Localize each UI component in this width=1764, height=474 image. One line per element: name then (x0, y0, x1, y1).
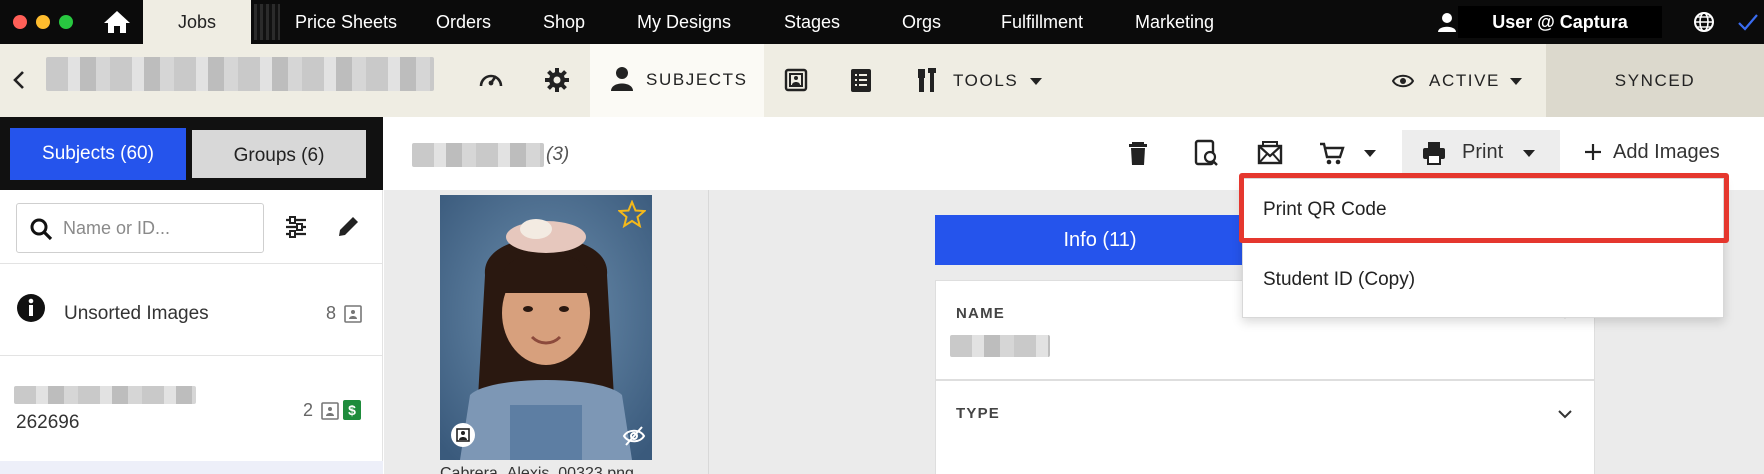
subject-image-count: 2 (303, 400, 314, 420)
checkmark-icon (1735, 9, 1761, 35)
selected-row-highlight (0, 461, 383, 474)
roster-list-icon[interactable] (847, 66, 875, 94)
chevron-down-icon[interactable] (1556, 405, 1574, 423)
top-nav-bar: Jobs Price Sheets Orders Shop My Designs… (0, 0, 1764, 44)
eye-icon (1392, 74, 1414, 88)
trash-icon[interactable] (1123, 138, 1153, 168)
nav-tab-orders[interactable]: Orders (436, 0, 491, 44)
status-caret-down-icon[interactable] (1509, 77, 1523, 87)
nav-tab-stages[interactable]: Stages (784, 0, 840, 44)
unsorted-images-label: Unsorted Images (64, 303, 209, 324)
user-menu[interactable]: User @ Captura (1458, 6, 1662, 38)
subject-id: 262696 (16, 412, 80, 433)
minimize-window-button[interactable] (36, 15, 50, 29)
subject-image-total: (3) (546, 144, 570, 165)
nav-tab-price-sheets[interactable]: Price Sheets (295, 0, 397, 44)
tab-subjects-label: SUBJECTS (646, 70, 748, 89)
info-icon (17, 294, 45, 322)
photo-cards-icon[interactable] (782, 66, 810, 94)
subjects-groups-toggle: Subjects (60) Groups (6) (0, 117, 383, 190)
tab-subjects[interactable]: SUBJECTS (590, 44, 764, 117)
plus-icon (1585, 144, 1601, 160)
nav-tab-jobs[interactable]: Jobs (143, 0, 251, 44)
photo-icon (321, 402, 339, 420)
nav-separator (254, 4, 280, 40)
menu-item-student-id-copy[interactable]: Student ID (Copy) (1243, 249, 1723, 311)
print-dropdown-menu: Print QR Code Student ID (Copy) (1239, 173, 1729, 318)
nav-tab-fulfillment[interactable]: Fulfillment (1001, 0, 1083, 44)
filter-sliders-icon[interactable] (282, 213, 310, 241)
globe-icon[interactable] (1693, 11, 1715, 33)
user-icon (1436, 11, 1458, 33)
print-button-label: Print (1462, 141, 1504, 163)
dashboard-gauge-icon[interactable] (477, 66, 505, 94)
status-active-label[interactable]: ACTIVE (1429, 71, 1500, 91)
svg-text:$: $ (348, 402, 356, 418)
subject-sidebar: Subjects (60) Groups (6) Unsorted Images… (0, 117, 383, 474)
tools-menu-label[interactable]: TOOLS (953, 71, 1018, 91)
hidden-eye-icon[interactable] (622, 425, 646, 447)
nav-tab-marketing[interactable]: Marketing (1135, 0, 1214, 44)
search-box (16, 203, 264, 253)
unsorted-images-count: 8 (326, 303, 337, 323)
groups-toggle-button[interactable]: Groups (6) (190, 128, 368, 180)
subject-title-redacted (412, 143, 544, 167)
cart-icon[interactable] (1317, 138, 1347, 168)
tools-icon[interactable] (914, 66, 942, 94)
add-images-button[interactable]: Add Images (1613, 141, 1720, 164)
tools-caret-down-icon[interactable] (1029, 77, 1043, 87)
edit-pencil-icon[interactable] (334, 213, 362, 241)
close-window-button[interactable] (13, 15, 27, 29)
contact-sheet-icon[interactable] (1191, 138, 1221, 168)
subject-name-redacted (14, 386, 196, 404)
image-gallery: Cabrera_Alexis_00323.png (384, 190, 708, 474)
field-label-type: TYPE (956, 405, 1000, 422)
field-value-redacted (950, 335, 1050, 357)
cart-caret-down-icon[interactable] (1363, 149, 1377, 159)
search-icon (30, 218, 53, 241)
subjects-toggle-button[interactable]: Subjects (60) (10, 128, 186, 180)
settings-gear-icon[interactable] (543, 66, 571, 94)
star-icon[interactable] (618, 200, 646, 228)
nav-tab-shop[interactable]: Shop (543, 0, 585, 44)
tab-info[interactable]: Info (11) (935, 215, 1265, 265)
field-label-name: NAME (956, 305, 1005, 322)
nav-tab-my-designs[interactable]: My Designs (637, 0, 731, 44)
mail-icon[interactable] (1255, 138, 1285, 168)
photo-badge-icon (451, 423, 475, 447)
printer-icon (1423, 142, 1445, 165)
subject-photo[interactable] (440, 195, 652, 460)
job-title-redacted (46, 57, 434, 91)
sync-status: SYNCED (1546, 44, 1764, 117)
maximize-window-button[interactable] (59, 15, 73, 29)
search-input[interactable] (63, 214, 253, 242)
photo-filename: Cabrera_Alexis_00323.png (440, 465, 634, 474)
menu-item-print-qr-code[interactable]: Print QR Code (1243, 179, 1723, 241)
person-icon (611, 67, 633, 91)
photo-icon (344, 305, 362, 323)
back-chevron-icon[interactable] (8, 68, 32, 92)
dollar-badge-icon: $ (343, 400, 361, 420)
nav-tab-orgs[interactable]: Orgs (902, 0, 941, 44)
print-caret-down-icon (1523, 150, 1535, 157)
field-card-type[interactable]: TYPE (935, 380, 1595, 474)
home-icon[interactable] (102, 9, 132, 35)
